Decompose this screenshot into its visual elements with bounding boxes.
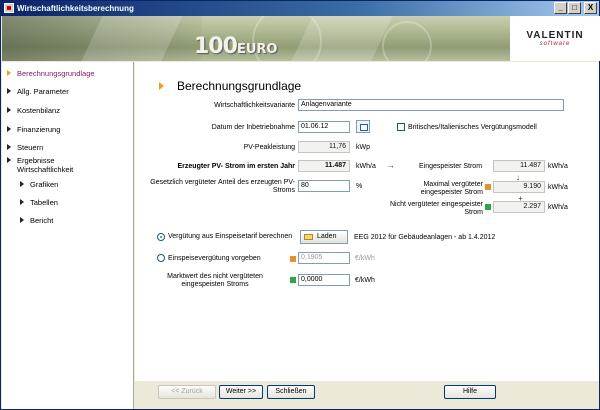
sidebar-item-finanzierung[interactable]: Finanzierung bbox=[2, 125, 60, 134]
pv-peak-unit: kWp bbox=[356, 144, 370, 151]
share-input[interactable]: 80 bbox=[298, 180, 350, 192]
market-value-swatch bbox=[290, 277, 296, 283]
manual-option-label: Einspeisevergütung vorgeben bbox=[168, 255, 261, 262]
sidebar-item-ergebnisse[interactable]: Ergebnisse Wirtschaftlichkeit bbox=[2, 156, 102, 174]
pv-peak-value: 11,76 bbox=[298, 141, 350, 153]
sidebar-item-berechnungsgrundlage[interactable]: Berechnungsgrundlage bbox=[2, 69, 95, 78]
close-button[interactable]: X bbox=[584, 2, 597, 14]
title-bar: Wirtschaftlichkeitsberechnung _ □ X bbox=[1, 1, 599, 16]
variant-label: Wirtschaftlichkeitsvariante bbox=[214, 102, 295, 109]
fed-in-value: 11.487 bbox=[493, 160, 545, 172]
not-paid-value: 2.297 bbox=[493, 201, 545, 213]
arrow-right-icon bbox=[7, 144, 11, 150]
tariff-name: EEG 2012 für Gebäudeanlagen - ab 1.4.201… bbox=[354, 234, 496, 241]
max-paid-unit: kWh/a bbox=[548, 184, 568, 191]
arrow-right-icon bbox=[20, 217, 24, 223]
arrow-right-icon bbox=[7, 107, 11, 113]
logo-sub: software bbox=[539, 41, 571, 47]
back-button[interactable]: << Zurück bbox=[158, 385, 216, 399]
share-label: Gesetzlich vergüteter Anteil des erzeugt… bbox=[150, 179, 295, 194]
window-title: Wirtschaftlichkeitsberechnung bbox=[17, 4, 134, 13]
manual-tariff-unit: €/kWh bbox=[355, 255, 375, 262]
not-paid-swatch bbox=[485, 204, 491, 210]
tariff-option-label: Vergütung aus Einspeisetarif berechnen bbox=[168, 233, 293, 240]
sidebar-item-tabellen[interactable]: Tabellen bbox=[2, 198, 58, 207]
manual-swatch bbox=[290, 256, 296, 262]
pv-generated-value: 11.487 bbox=[298, 160, 350, 172]
arrow-right-icon: → bbox=[387, 161, 395, 170]
app-icon bbox=[4, 3, 14, 13]
start-date-label: Datum der Inbetriebnahme bbox=[211, 124, 295, 131]
arrow-right-icon bbox=[7, 157, 11, 163]
start-date-input[interactable]: 01.06.12 bbox=[298, 121, 350, 133]
banknote-label: 100EURO bbox=[194, 34, 278, 59]
sidebar-nav: Berechnungsgrundlage Allg. Parameter Kos… bbox=[2, 62, 134, 409]
help-button[interactable]: Hilfe bbox=[444, 385, 496, 399]
not-paid-label: Nicht vergüteter eingespeister Strom bbox=[390, 201, 483, 216]
market-value-input[interactable]: 0,0000 bbox=[298, 274, 350, 286]
next-button[interactable]: Weiter >> bbox=[219, 385, 263, 399]
arrow-right-icon bbox=[20, 199, 24, 205]
max-paid-label: Maximal vergüteter eingespeister Strom bbox=[420, 181, 483, 196]
calendar-icon[interactable] bbox=[356, 120, 370, 133]
folder-icon bbox=[304, 234, 313, 240]
header-banner: 100EURO VALENTIN software bbox=[2, 16, 600, 61]
valentin-logo: VALENTIN software bbox=[510, 16, 600, 61]
sidebar-item-grafiken[interactable]: Grafiken bbox=[2, 180, 58, 189]
sidebar-item-bericht[interactable]: Bericht bbox=[2, 216, 53, 225]
maximize-button[interactable]: □ bbox=[568, 2, 581, 14]
page-title: Berechnungsgrundlage bbox=[177, 79, 302, 93]
app-window: Wirtschaftlichkeitsberechnung _ □ X 100E… bbox=[0, 0, 600, 410]
not-paid-unit: kWh/a bbox=[548, 204, 568, 211]
tariff-radio[interactable] bbox=[157, 233, 165, 241]
manual-tariff-radio[interactable] bbox=[157, 254, 165, 262]
market-value-label: Marktwert des nicht vergüteten eingespei… bbox=[167, 273, 263, 288]
manual-tariff-input[interactable]: 0,1905 bbox=[298, 252, 350, 264]
british-model-checkbox[interactable] bbox=[397, 123, 405, 131]
pv-generated-unit: kWh/a bbox=[356, 163, 376, 170]
load-button[interactable]: Laden bbox=[300, 230, 348, 244]
title-arrow-icon bbox=[159, 82, 164, 90]
pv-peak-label: PV-Peakleistung bbox=[243, 144, 295, 151]
window-controls: _ □ X bbox=[554, 2, 597, 14]
arrow-right-icon bbox=[7, 70, 11, 76]
banner-ring bbox=[382, 21, 432, 61]
british-model-label: Britisches/Italienisches Vergütungsmodel… bbox=[408, 124, 537, 131]
logo-brand: VALENTIN bbox=[526, 30, 584, 41]
main-panel: Berechnungsgrundlage Wirtschaftlichkeits… bbox=[135, 62, 599, 381]
minimize-button[interactable]: _ bbox=[554, 2, 567, 14]
pv-generated-label: Erzeugter PV- Strom im ersten Jahr bbox=[177, 163, 295, 170]
fed-in-unit: kWh/a bbox=[548, 163, 568, 170]
sidebar-item-allg-parameter[interactable]: Allg. Parameter bbox=[2, 87, 69, 96]
variant-input[interactable]: Anlagenvariante bbox=[298, 99, 564, 111]
arrow-right-icon bbox=[20, 181, 24, 187]
close-dialog-button[interactable]: Schließen bbox=[267, 385, 315, 399]
sidebar-item-steuern[interactable]: Steuern bbox=[2, 143, 43, 152]
arrow-right-icon bbox=[7, 88, 11, 94]
max-paid-swatch bbox=[485, 184, 491, 190]
max-paid-value: 9.190 bbox=[493, 181, 545, 193]
arrow-right-icon bbox=[7, 126, 11, 132]
sidebar-item-kostenbilanz[interactable]: Kostenbilanz bbox=[2, 106, 60, 115]
share-unit: % bbox=[356, 183, 363, 190]
market-value-unit: €/kWh bbox=[355, 277, 375, 284]
